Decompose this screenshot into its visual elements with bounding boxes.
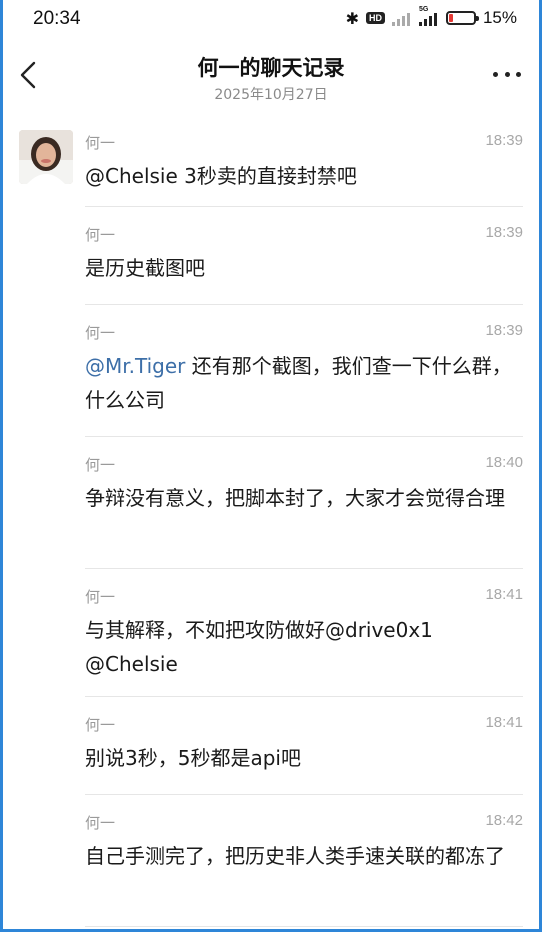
battery-level-fill — [448, 14, 453, 22]
message-time: 18:40 — [485, 454, 523, 471]
message-sender: 何一 — [85, 716, 116, 734]
message-time: 18:39 — [485, 224, 523, 241]
message-sender: 何一 — [85, 456, 116, 474]
message-text: 别说3秒，5秒都是api吧 — [85, 746, 301, 770]
message-time: 18:39 — [485, 132, 523, 149]
message-item[interactable]: 何一 18:39 @Chelsie 3秒卖的直接封禁吧 — [85, 114, 523, 207]
status-bar: 20:34 ✱ HD 5G 15% — [3, 0, 539, 38]
message-item[interactable]: 何一 18:41 与其解释，不如把攻防做好@drive0x1 @Chelsie — [85, 568, 523, 697]
avatar-portrait-image — [19, 130, 73, 184]
network-type-label: 5G — [418, 6, 429, 13]
chat-header: 何一的聊天记录 2025年10月27日 — [3, 38, 539, 114]
message-time: 18:42 — [485, 812, 523, 829]
battery-percent: 15% — [482, 8, 517, 27]
battery-icon — [445, 11, 479, 25]
message-text: 与其解释，不如把攻防做好@drive0x1 @Chelsie — [85, 618, 433, 676]
message-time: 18:39 — [485, 322, 523, 339]
signal-icon-sim2: 5G — [418, 6, 439, 26]
message-text: 是历史截图吧 — [85, 256, 205, 280]
message-text: @Chelsie 3秒卖的直接封禁吧 — [85, 164, 357, 188]
message-item[interactable]: 何一 18:40 争辩没有意义，把脚本封了，大家才会觉得合理 — [85, 436, 523, 569]
message-item[interactable]: 何一 18:39 是历史截图吧 — [85, 206, 523, 305]
hd-voice-icon: HD — [365, 12, 385, 24]
message-text: 自己手测完了，把历史非人类手速关联的都冻了 — [85, 844, 505, 868]
mention-link[interactable]: @Mr.Tiger — [85, 354, 185, 378]
message-item[interactable]: 何一 18:42 自己手测完了，把历史非人类手速关联的都冻了 — [85, 794, 523, 927]
message-time: 18:41 — [485, 586, 523, 603]
status-time: 20:34 — [33, 8, 81, 29]
message-sender: 何一 — [85, 226, 116, 244]
message-sender: 何一 — [85, 588, 116, 606]
avatar[interactable] — [19, 130, 73, 184]
message-sender: 何一 — [85, 324, 116, 342]
page-subtitle-date: 2025年10月27日 — [214, 87, 328, 103]
message-item[interactable]: 何一 18:41 别说3秒，5秒都是api吧 — [85, 696, 523, 795]
bluetooth-icon: ✱ — [345, 8, 359, 28]
status-icons: ✱ HD 5G 15% — [345, 6, 517, 29]
message-time: 18:41 — [485, 714, 523, 731]
message-sender: 何一 — [85, 814, 116, 832]
signal-icon-sim1 — [391, 10, 412, 26]
message-sender: 何一 — [85, 134, 116, 152]
message-text: 争辩没有意义，把脚本封了，大家才会觉得合理 — [85, 486, 505, 510]
more-options-icon[interactable] — [493, 72, 521, 80]
message-item[interactable]: 何一 18:39 @Mr.Tiger 还有那个截图，我们查一下什么群，什么公司 — [85, 304, 523, 437]
message-text: @Mr.Tiger 还有那个截图，我们查一下什么群，什么公司 — [85, 349, 517, 417]
chat-history-screen: 20:34 ✱ HD 5G 15% 何一的聊天记录 2025年10月27日 何一… — [3, 0, 539, 929]
page-title: 何一的聊天记录 — [197, 56, 345, 80]
